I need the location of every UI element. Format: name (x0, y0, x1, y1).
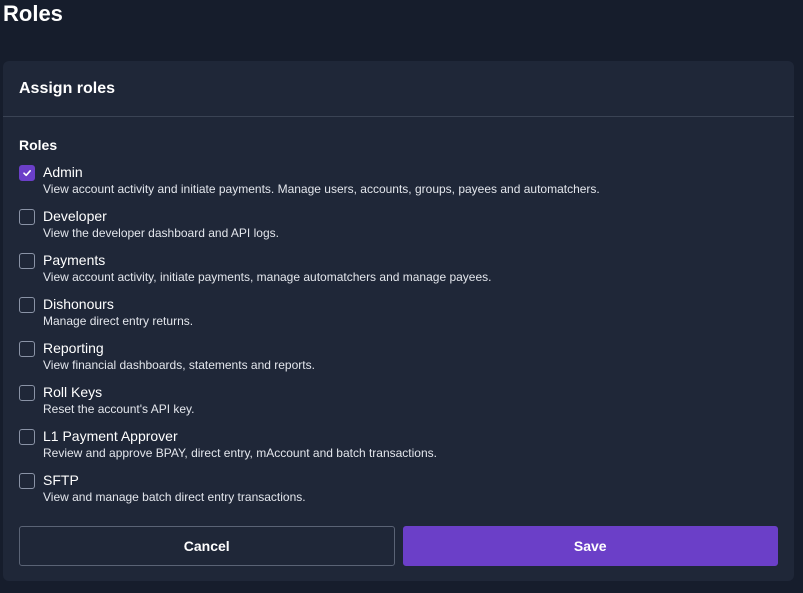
cancel-button[interactable]: Cancel (19, 526, 395, 566)
role-description: View the developer dashboard and API log… (43, 226, 279, 240)
card-header: Assign roles (3, 61, 794, 117)
save-button[interactable]: Save (402, 526, 778, 566)
role-checkbox[interactable] (19, 429, 35, 445)
role-name: Dishonours (43, 296, 114, 312)
role-reporting[interactable]: Reporting View financial dashboards, sta… (19, 340, 778, 384)
role-checkbox[interactable] (19, 209, 35, 225)
assign-roles-card: Assign roles Roles Admin View account ac… (3, 61, 794, 581)
roles-section-label: Roles (19, 137, 58, 153)
page-title: Roles (3, 1, 63, 26)
role-checkbox[interactable] (19, 341, 35, 357)
role-name: L1 Payment Approver (43, 428, 178, 444)
role-name: Developer (43, 208, 107, 224)
role-sftp[interactable]: SFTP View and manage batch direct entry … (19, 472, 778, 516)
role-checkbox[interactable] (19, 253, 35, 269)
role-l1-payment-approver[interactable]: L1 Payment Approver Review and approve B… (19, 428, 778, 472)
role-name: SFTP (43, 472, 79, 488)
role-checkbox[interactable] (19, 385, 35, 401)
check-icon (23, 170, 31, 177)
role-name: Admin (43, 164, 83, 180)
role-description: Reset the account's API key. (43, 402, 195, 416)
role-roll-keys[interactable]: Roll Keys Reset the account's API key. (19, 384, 778, 428)
role-developer[interactable]: Developer View the developer dashboard a… (19, 208, 778, 252)
role-description: View account activity, initiate payments… (43, 270, 492, 284)
role-name: Roll Keys (43, 384, 103, 400)
role-payments[interactable]: Payments View account activity, initiate… (19, 252, 778, 296)
role-admin[interactable]: Admin View account activity and initiate… (19, 164, 778, 208)
role-description: View account activity and initiate payme… (43, 182, 600, 196)
role-checkbox[interactable] (19, 473, 35, 489)
role-dishonours[interactable]: Dishonours Manage direct entry returns. (19, 296, 778, 340)
role-description: Review and approve BPAY, direct entry, m… (43, 446, 437, 460)
card-title: Assign roles (19, 79, 116, 97)
role-name: Reporting (43, 340, 104, 356)
role-description: Manage direct entry returns. (43, 314, 194, 328)
role-checkbox[interactable] (19, 297, 35, 313)
role-description: View and manage batch direct entry trans… (43, 490, 306, 504)
role-checkbox[interactable] (19, 165, 35, 181)
roles-list: Admin View account activity and initiate… (19, 164, 778, 516)
role-name: Payments (43, 252, 106, 268)
form-actions: Cancel Save (19, 526, 778, 566)
role-description: View financial dashboards, statements an… (43, 358, 315, 372)
